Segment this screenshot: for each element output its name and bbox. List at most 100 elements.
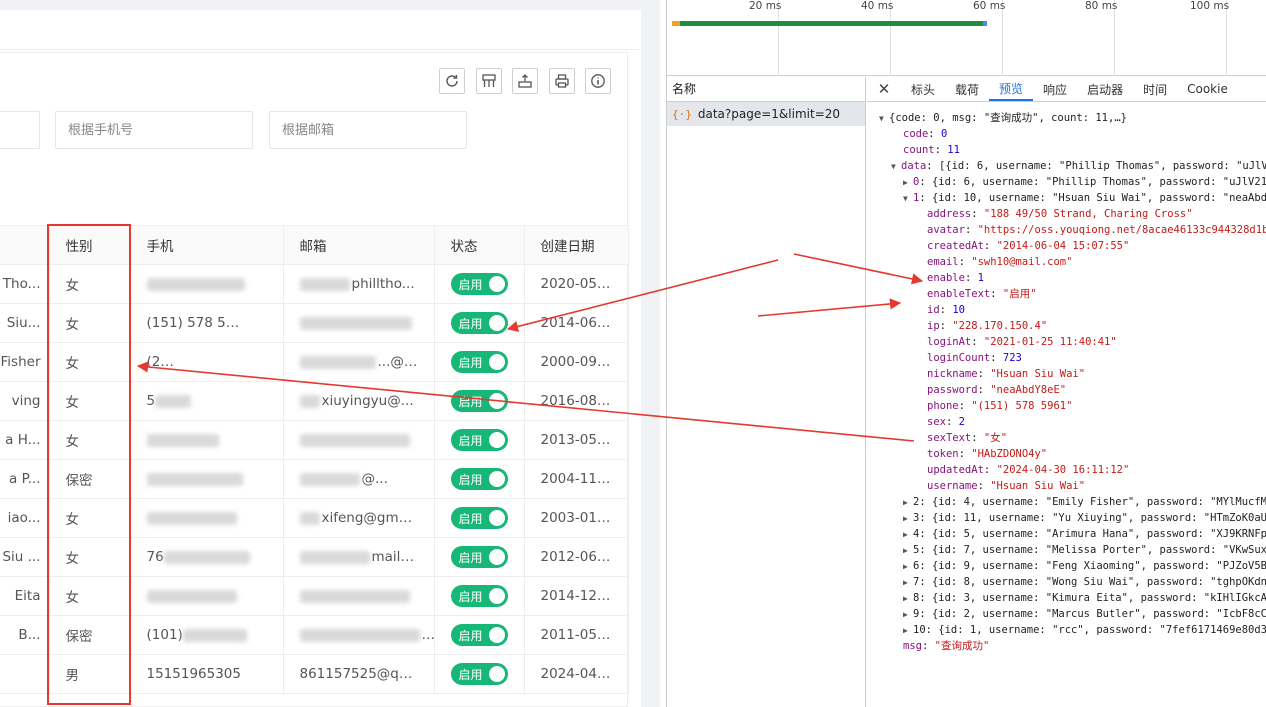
json-expanded-fields: address: "188 49/50 Strand, Charing Cros…: [867, 206, 1266, 494]
json-item-line[interactable]: ▶ 9: {id: 2, username: "Marcus Butler", p…: [867, 606, 1266, 622]
json-icon: {·}: [672, 107, 692, 121]
tab-timing[interactable]: 时间: [1133, 77, 1177, 101]
status-toggle[interactable]: 启用: [450, 351, 508, 373]
status-toggle[interactable]: 启用: [450, 546, 508, 568]
json-item-line[interactable]: ▶ 10: {id: 1, username: "rcc", password: …: [867, 622, 1266, 638]
json-field-line: email: "swh10@mail.com": [927, 256, 1073, 268]
status-toggle[interactable]: 启用: [450, 429, 508, 451]
table-row[interactable]: Fisher女 (2 ...@icloud 启用 2000-09-27 18: [0, 342, 629, 382]
tab-cookie[interactable]: Cookie: [1177, 77, 1238, 101]
status-toggle-label: 启用: [458, 355, 483, 370]
collapse-triangle-icon[interactable]: ▶: [903, 559, 913, 574]
tab-payload[interactable]: 载荷: [945, 77, 989, 101]
info-button[interactable]: [585, 68, 611, 94]
blur-mask: [299, 277, 350, 291]
phone-search-input[interactable]: [55, 111, 253, 149]
json-field-line: enable: 1: [927, 272, 984, 284]
header-gender[interactable]: 性别: [49, 225, 131, 265]
user-table-panel: 性别 手机 邮箱 状态 创建日期 Tho...女philltho...启用202…: [0, 52, 629, 707]
header-status[interactable]: 状态: [434, 225, 525, 265]
table-row[interactable]: iao...女 xifeng@gmail.c 启用 2003-01-30 21: [0, 498, 629, 538]
cell-phone-text: 5: [146, 393, 156, 409]
collapse-triangle-icon[interactable]: ▶: [903, 543, 913, 558]
header-created[interactable]: 创建日期: [524, 225, 629, 265]
status-toggle[interactable]: 启用: [450, 585, 508, 607]
table-row[interactable]: 男 15151965305 861157525@qq.... 启用 2024-04-30…: [0, 654, 629, 694]
tab-preview[interactable]: 预览: [989, 77, 1034, 101]
request-list-header[interactable]: 名称: [667, 77, 865, 102]
collapse-triangle-icon[interactable]: ▶: [903, 575, 913, 590]
print-button[interactable]: [549, 68, 575, 94]
table-row[interactable]: Tho...女 philltho... 启用 2020-05-29 00: [0, 264, 629, 304]
json-root-line[interactable]: ▼ {code: 0, msg: "查询成功", count: 11,…}: [867, 110, 1266, 126]
close-icon[interactable]: ✕: [867, 77, 901, 101]
email-search-input[interactable]: [269, 111, 467, 149]
cell-status: 启用: [434, 615, 525, 655]
header-phone[interactable]: 手机: [130, 225, 284, 265]
header-email[interactable]: 邮箱: [283, 225, 435, 265]
json-key: loginCount: [927, 352, 991, 364]
collapse-triangle-icon[interactable]: ▶: [903, 607, 913, 622]
status-toggle[interactable]: 启用: [450, 273, 508, 295]
json-value: 6: {id: 9, username: "Feng Xiaoming", pa…: [913, 560, 1266, 572]
json-item-line[interactable]: ▶ 0: {id: 6, username: "Phillip Thomas", …: [867, 174, 1266, 190]
json-item-line[interactable]: ▶ 5: {id: 7, username: "Melissa Porter", …: [867, 542, 1266, 558]
json-item-line[interactable]: ▶ 7: {id: 8, username: "Wong Siu Wai", pa…: [867, 574, 1266, 590]
status-toggle[interactable]: 启用: [450, 624, 508, 646]
json-key: loginAt: [927, 336, 972, 348]
collapse-triangle-icon[interactable]: ▶: [903, 527, 913, 542]
columns-button[interactable]: [476, 68, 502, 94]
table-row[interactable]: a H...女 启用 2013-05-23 16: [0, 420, 629, 460]
json-key: phone: [927, 400, 959, 412]
json-item-line[interactable]: ▼ 1: {id: 10, username: "Hsuan Siu Wai", …: [867, 190, 1266, 206]
status-toggle[interactable]: 启用: [450, 312, 508, 334]
refresh-button[interactable]: [439, 68, 465, 94]
status-toggle[interactable]: 启用: [450, 468, 508, 490]
table-row[interactable]: Siu ...女 76 mail.... 启用 2012-06-09 00: [0, 537, 629, 577]
json-item-line[interactable]: ▶ 2: {id: 4, username: "Emily Fisher", pa…: [867, 494, 1266, 510]
tab-initiator[interactable]: 启动器: [1077, 77, 1133, 101]
blur-mask: [163, 550, 250, 564]
table-row[interactable]: ving女5 xiuyingyu@... 启用 2016-08-25 14: [0, 381, 629, 421]
expand-triangle-icon[interactable]: ▼: [879, 111, 889, 126]
cell-name: Tho...: [0, 264, 50, 304]
print-icon: [555, 74, 569, 88]
table-row[interactable]: B...保密 (101) 启用 2011-05-09 11: [0, 615, 629, 655]
cell-phone: [130, 498, 284, 538]
status-toggle[interactable]: 启用: [450, 507, 508, 529]
tab-response[interactable]: 响应: [1033, 77, 1077, 101]
tab-headers[interactable]: 标头: [901, 77, 945, 101]
json-value: "228.170.150.4": [952, 320, 1048, 332]
json-value: "女": [983, 432, 1008, 444]
timeline-request-bar[interactable]: [672, 21, 986, 26]
status-toggle[interactable]: 启用: [450, 390, 508, 412]
cell-email: mail....: [283, 537, 435, 577]
collapse-triangle-icon[interactable]: ▶: [903, 511, 913, 526]
cell-gender: 女: [49, 381, 131, 421]
json-collapsed-items: ▶ 2: {id: 4, username: "Emily Fisher", pa…: [867, 494, 1266, 638]
json-item-line[interactable]: ▶ 8: {id: 3, username: "Kimura Eita", pas…: [867, 590, 1266, 606]
cell-created: 2003-01-30 21: [524, 498, 629, 538]
table-row[interactable]: a P...保密 @... 启用 2004-11-22 02: [0, 459, 629, 499]
json-item-line[interactable]: ▶ 3: {id: 11, username: "Yu Xiuying", pas…: [867, 510, 1266, 526]
table-row[interactable]: Eita女 启用 2014-12-13 13: [0, 576, 629, 616]
name-search-input[interactable]: [0, 111, 40, 149]
expand-triangle-icon[interactable]: ▼: [891, 159, 901, 174]
collapse-triangle-icon[interactable]: ▶: [903, 495, 913, 510]
cell-email: xiuyingyu@...: [283, 381, 435, 421]
json-item-line[interactable]: ▶ 6: {id: 9, username: "Feng Xiaoming", p…: [867, 558, 1266, 574]
expand-triangle-icon[interactable]: ▼: [903, 191, 913, 206]
cell-phone: 76: [130, 537, 284, 577]
json-data-line[interactable]: ▼ data: [{id: 6, username: "Phillip Thoma…: [867, 158, 1266, 174]
json-value: 11: [947, 144, 960, 156]
cell-created: 2011-05-09 11: [524, 615, 629, 655]
status-toggle[interactable]: 启用: [450, 663, 508, 685]
table-row[interactable]: Siu...女 (151) 578 5 启用 2014-06-04 15: [0, 303, 629, 343]
json-value: "188 49/50 Strand, Charing Cross": [983, 208, 1193, 220]
json-item-line[interactable]: ▶ 4: {id: 5, username: "Arimura Hana", pa…: [867, 526, 1266, 542]
request-row[interactable]: {·} data?page=1&limit=20: [667, 102, 865, 126]
export-button[interactable]: [512, 68, 538, 94]
collapse-triangle-icon[interactable]: ▶: [903, 591, 913, 606]
collapse-triangle-icon[interactable]: ▶: [903, 175, 913, 190]
collapse-triangle-icon[interactable]: ▶: [903, 623, 913, 638]
